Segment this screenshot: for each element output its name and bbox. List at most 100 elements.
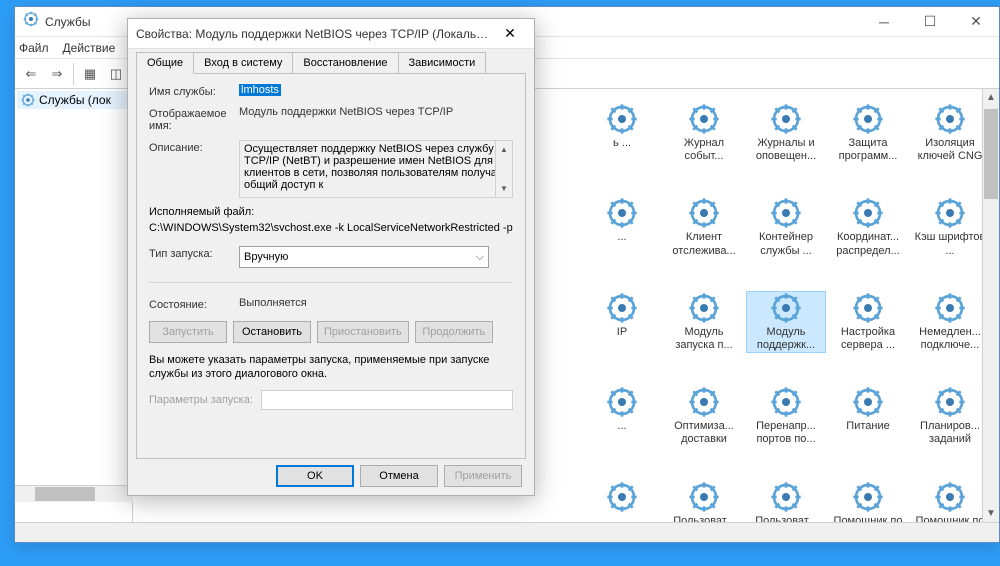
close-button[interactable]: ✕ bbox=[494, 20, 526, 48]
gear-icon bbox=[770, 386, 802, 418]
gear-icon bbox=[606, 197, 638, 229]
service-item[interactable]: Питание bbox=[829, 386, 907, 446]
vertical-scrollbar[interactable]: ▲ ▼ bbox=[982, 89, 999, 522]
close-button[interactable]: ✕ bbox=[953, 7, 999, 37]
tree-label: Службы (лок bbox=[39, 93, 111, 107]
startup-type-combo[interactable]: Вручную ⌵ bbox=[239, 246, 489, 268]
service-item[interactable]: ... bbox=[583, 481, 661, 523]
gear-icon bbox=[852, 386, 884, 418]
service-label: ... bbox=[583, 231, 661, 244]
back-button[interactable]: ⇐ bbox=[19, 62, 43, 86]
service-item[interactable]: Модуль запуска п... bbox=[665, 292, 743, 352]
service-item[interactable]: Планиров... заданий bbox=[911, 386, 989, 446]
tab-strip: Общие Вход в систему Восстановление Зави… bbox=[128, 49, 534, 73]
tab-general[interactable]: Общие bbox=[136, 52, 194, 74]
service-label: Помощник по подклю... bbox=[911, 515, 989, 523]
chevron-down-icon: ⌵ bbox=[476, 251, 484, 264]
description-textbox[interactable]: Осуществляет поддержку NetBIOS через слу… bbox=[239, 140, 513, 198]
start-button: Запустить bbox=[149, 321, 227, 343]
dialog-title: Свойства: Модуль поддержки NetBIOS через… bbox=[136, 27, 494, 41]
description-scrollbar[interactable]: ▲ ▼ bbox=[495, 141, 512, 197]
stop-button[interactable]: Остановить bbox=[233, 321, 311, 343]
service-item[interactable]: Клиент отслежива... bbox=[665, 197, 743, 257]
service-label: Модуль запуска п... bbox=[665, 326, 743, 352]
gear-icon bbox=[688, 292, 720, 324]
service-item[interactable]: Пользоват... служба UD... bbox=[665, 481, 743, 523]
service-item[interactable]: Защита программ... bbox=[829, 103, 907, 163]
service-item[interactable]: Немедлен... подключе... bbox=[911, 292, 989, 352]
ok-button[interactable]: OK bbox=[276, 465, 354, 487]
scroll-up-icon[interactable]: ▲ bbox=[496, 141, 512, 158]
scroll-up-icon[interactable]: ▲ bbox=[983, 89, 999, 106]
gear-icon bbox=[688, 481, 720, 513]
service-item[interactable]: ь ... bbox=[583, 103, 661, 163]
apply-button: Применить bbox=[444, 465, 522, 487]
service-item[interactable]: Помощник по подклю... bbox=[911, 481, 989, 523]
gear-icon bbox=[934, 197, 966, 229]
tab-logon[interactable]: Вход в систему bbox=[193, 52, 293, 73]
label-description: Описание: bbox=[149, 140, 239, 154]
maximize-button[interactable]: ☐ bbox=[907, 7, 953, 37]
tab-recovery[interactable]: Восстановление bbox=[292, 52, 398, 73]
service-label: Изоляция ключей CNG bbox=[911, 137, 989, 163]
service-item[interactable]: Помощник по входу в ... bbox=[829, 481, 907, 523]
menu-file[interactable]: Файл bbox=[19, 41, 49, 55]
service-item[interactable]: ... bbox=[583, 386, 661, 446]
service-item[interactable]: Журнал событ... bbox=[665, 103, 743, 163]
service-item[interactable]: Перенапр... портов по... bbox=[747, 386, 825, 446]
tree-root[interactable]: Службы (лок bbox=[17, 91, 130, 109]
service-label: Немедлен... подключе... bbox=[911, 326, 989, 352]
tab-dependencies[interactable]: Зависимости bbox=[398, 52, 487, 73]
service-label: Настройка сервера ... bbox=[829, 326, 907, 352]
service-item[interactable]: Пользоват... служба бу... bbox=[747, 481, 825, 523]
toolbar-button[interactable]: ▦ bbox=[78, 62, 102, 86]
menu-action[interactable]: Действие bbox=[63, 41, 116, 55]
minimize-button[interactable]: ─ bbox=[861, 7, 907, 37]
scroll-down-icon[interactable]: ▼ bbox=[983, 505, 999, 522]
gear-icon bbox=[770, 481, 802, 513]
dialog-titlebar: Свойства: Модуль поддержки NetBIOS через… bbox=[128, 19, 534, 49]
label-state: Состояние: bbox=[149, 297, 239, 311]
value-state: Выполняется bbox=[239, 297, 513, 309]
horizontal-scrollbar[interactable] bbox=[15, 485, 133, 502]
service-item[interactable]: Журналы и оповещен... bbox=[747, 103, 825, 163]
gear-icon bbox=[688, 197, 720, 229]
gear-icon bbox=[852, 292, 884, 324]
resume-button: Продолжить bbox=[415, 321, 493, 343]
service-item[interactable]: Координат... распредел... bbox=[829, 197, 907, 257]
tree-panel: Службы (лок bbox=[15, 89, 133, 522]
service-label: Журналы и оповещен... bbox=[747, 137, 825, 163]
service-label: Пользоват... служба UD... bbox=[665, 515, 743, 523]
service-item[interactable]: Контейнер службы ... bbox=[747, 197, 825, 257]
service-label: Питание bbox=[829, 420, 907, 433]
service-item[interactable]: Настройка сервера ... bbox=[829, 292, 907, 352]
service-label: Клиент отслежива... bbox=[665, 231, 743, 257]
gear-icon bbox=[23, 11, 39, 32]
gear-icon bbox=[606, 292, 638, 324]
label-service-name: Имя службы: bbox=[149, 84, 239, 98]
service-item[interactable]: Изоляция ключей CNG bbox=[911, 103, 989, 163]
gear-icon bbox=[934, 481, 966, 513]
scroll-thumb[interactable] bbox=[35, 487, 95, 501]
service-item[interactable]: Кэш шрифтов ... bbox=[911, 197, 989, 257]
service-label: ... bbox=[583, 420, 661, 433]
service-label: IP bbox=[583, 326, 661, 339]
value-service-name[interactable]: lmhosts bbox=[239, 84, 513, 96]
properties-dialog: Свойства: Модуль поддержки NetBIOS через… bbox=[127, 18, 535, 496]
cancel-button[interactable]: Отмена bbox=[360, 465, 438, 487]
scroll-thumb[interactable] bbox=[984, 109, 998, 199]
gear-icon bbox=[770, 197, 802, 229]
exe-path: C:\WINDOWS\System32\svchost.exe -k Local… bbox=[149, 222, 513, 234]
service-label: Защита программ... bbox=[829, 137, 907, 163]
service-item[interactable]: ... bbox=[583, 197, 661, 257]
divider bbox=[149, 282, 513, 283]
gear-icon bbox=[934, 103, 966, 135]
scroll-down-icon[interactable]: ▼ bbox=[496, 180, 512, 197]
service-item[interactable]: IP bbox=[583, 292, 661, 352]
forward-button[interactable]: ⇒ bbox=[45, 62, 69, 86]
service-label: Перенапр... портов по... bbox=[747, 420, 825, 446]
service-item[interactable]: Модуль поддержк... bbox=[747, 292, 825, 352]
service-item[interactable]: Оптимиза... доставки bbox=[665, 386, 743, 446]
gear-icon bbox=[606, 481, 638, 513]
toolbar-button[interactable]: ◫ bbox=[104, 62, 128, 86]
